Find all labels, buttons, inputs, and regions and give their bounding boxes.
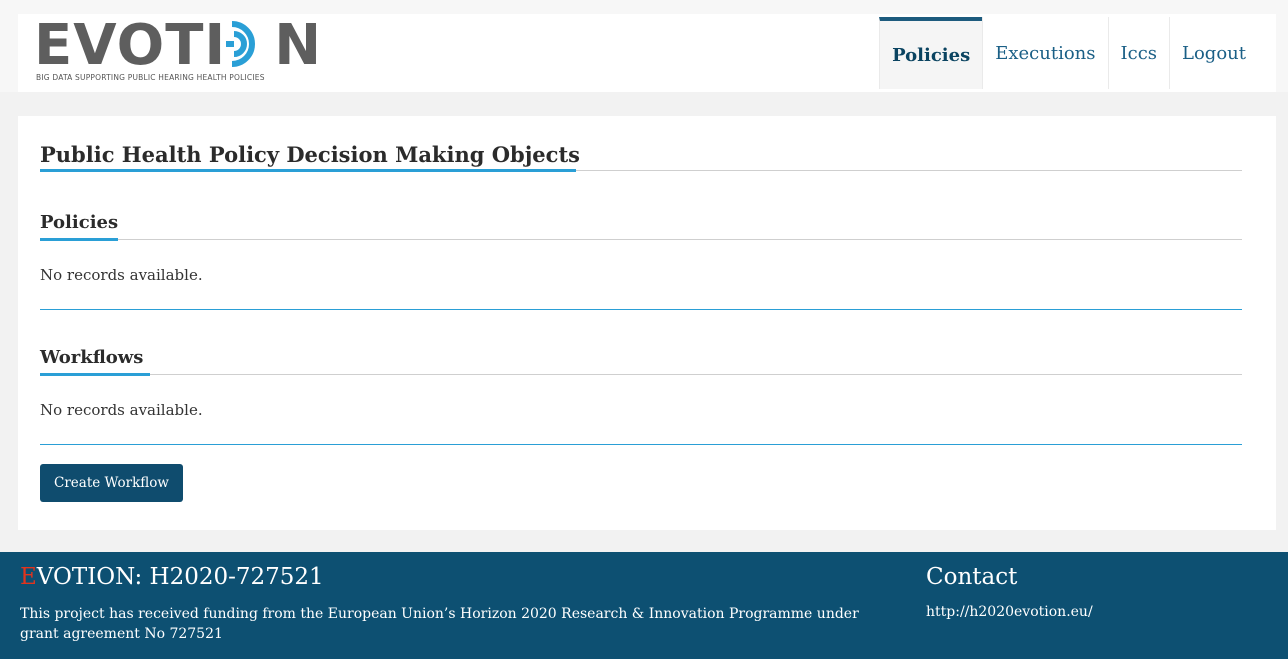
workflows-end-divider — [40, 444, 1242, 445]
footer-title-rest: VOTION: H2020-727521 — [36, 564, 324, 590]
policies-empty-text: No records available. — [40, 266, 203, 284]
header: EVOTI N BIG DATA SUPPORTING PUBLIC HEARI… — [18, 14, 1276, 92]
contact-link[interactable]: http://h2020evotion.eu/ — [926, 604, 1093, 620]
nav-iccs[interactable]: Iccs — [1107, 17, 1170, 89]
page-title-underline — [40, 169, 576, 172]
workflows-divider — [40, 374, 1242, 375]
logo-wordmark: EVOTI N — [34, 18, 322, 74]
section-title-workflows: Workflows — [40, 347, 144, 368]
nav-policies[interactable]: Policies — [879, 17, 983, 89]
footer-title-first-letter: E — [20, 564, 37, 590]
policies-end-divider — [40, 309, 1242, 310]
concentric-rings-icon — [226, 21, 256, 67]
page-title: Public Health Policy Decision Making Obj… — [40, 142, 580, 167]
policies-underline — [40, 238, 118, 241]
logo-tagline: BIG DATA SUPPORTING PUBLIC HEARING HEALT… — [36, 73, 265, 82]
contact-title: Contact — [926, 564, 1018, 590]
workflows-underline — [40, 373, 150, 376]
logo-wordmark-right: N — [274, 13, 323, 78]
policies-divider — [40, 239, 1242, 240]
nav-logout[interactable]: Logout — [1169, 17, 1258, 89]
footer: EVOTION: H2020-727521 This project has r… — [0, 552, 1288, 659]
section-title-policies: Policies — [40, 212, 119, 233]
main-nav: Policies Executions Iccs Logout — [879, 17, 1258, 89]
logo-wordmark-left: EVOTI — [34, 13, 227, 78]
create-workflow-button[interactable]: Create Workflow — [40, 464, 183, 502]
footer-title: EVOTION: H2020-727521 — [20, 564, 324, 590]
funding-text: This project has received funding from t… — [20, 606, 859, 642]
logo[interactable]: EVOTI N BIG DATA SUPPORTING PUBLIC HEARI… — [34, 18, 334, 83]
content-card: Public Health Policy Decision Making Obj… — [18, 116, 1276, 530]
workflows-empty-text: No records available. — [40, 401, 203, 419]
nav-executions[interactable]: Executions — [982, 17, 1107, 89]
